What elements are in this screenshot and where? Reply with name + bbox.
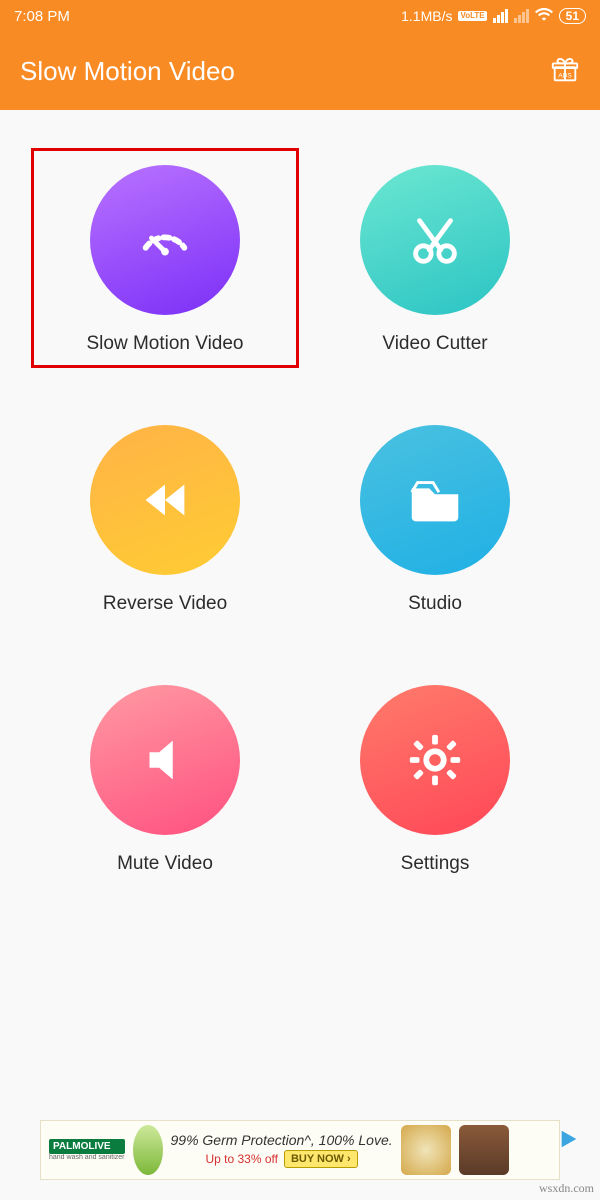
ad-brand-block: PALMOLIVE hand wash and sanitizer	[49, 1139, 125, 1161]
scissors-icon	[360, 165, 510, 315]
tile-reverse-video[interactable]: Reverse Video	[40, 425, 290, 615]
app-bar: Slow Motion Video ADS	[0, 32, 600, 110]
battery-level: 51	[559, 8, 586, 24]
ad-product-image	[133, 1125, 163, 1175]
ad-banner[interactable]: PALMOLIVE hand wash and sanitizer 99% Ge…	[40, 1120, 560, 1180]
tile-label: Mute Video	[117, 853, 213, 875]
tile-label: Slow Motion Video	[86, 333, 243, 355]
speaker-icon	[90, 685, 240, 835]
volte-badge: VoLTE	[458, 11, 486, 21]
ad-headline: 99% Germ Protection^, 100% Love.	[171, 1132, 393, 1148]
rewind-icon	[90, 425, 240, 575]
ad-cta-button[interactable]: BUY NOW ›	[284, 1150, 358, 1168]
watermark: wsxdn.com	[539, 1181, 594, 1196]
tile-video-cutter[interactable]: Video Cutter	[310, 165, 560, 355]
network-speed: 1.1MB/s	[401, 8, 452, 24]
svg-text:ADS: ADS	[558, 72, 572, 79]
status-time: 7:08 PM	[14, 8, 70, 25]
tile-grid: Slow Motion Video Video Cutter Reverse V…	[0, 110, 600, 915]
tile-label: Video Cutter	[382, 333, 487, 355]
tile-label: Studio	[408, 593, 462, 615]
folder-icon	[360, 425, 510, 575]
tile-studio[interactable]: Studio	[310, 425, 560, 615]
tile-slow-motion[interactable]: Slow Motion Video	[31, 148, 299, 368]
ad-brand: PALMOLIVE	[49, 1139, 125, 1154]
tile-label: Settings	[401, 853, 470, 875]
adchoices-icon[interactable]	[558, 1128, 580, 1150]
signal-icon	[493, 9, 508, 23]
speedometer-icon	[90, 165, 240, 315]
status-right: 1.1MB/s VoLTE 51	[401, 5, 586, 27]
signal-icon-dim	[514, 9, 529, 23]
tile-settings[interactable]: Settings	[310, 685, 560, 875]
ad-text: 99% Germ Protection^, 100% Love. Up to 3…	[171, 1132, 393, 1168]
ad-product-image	[459, 1125, 509, 1175]
ads-gift-icon[interactable]: ADS	[550, 54, 580, 89]
ad-offer: Up to 33% off	[205, 1152, 278, 1166]
wifi-icon	[535, 5, 553, 27]
ad-tagline: hand wash and sanitizer	[49, 1154, 125, 1161]
status-bar: 7:08 PM 1.1MB/s VoLTE 51	[0, 0, 600, 32]
ad-product-image	[401, 1125, 451, 1175]
tile-label: Reverse Video	[103, 593, 227, 615]
app-title: Slow Motion Video	[20, 56, 235, 87]
gear-icon	[360, 685, 510, 835]
tile-mute-video[interactable]: Mute Video	[40, 685, 290, 875]
